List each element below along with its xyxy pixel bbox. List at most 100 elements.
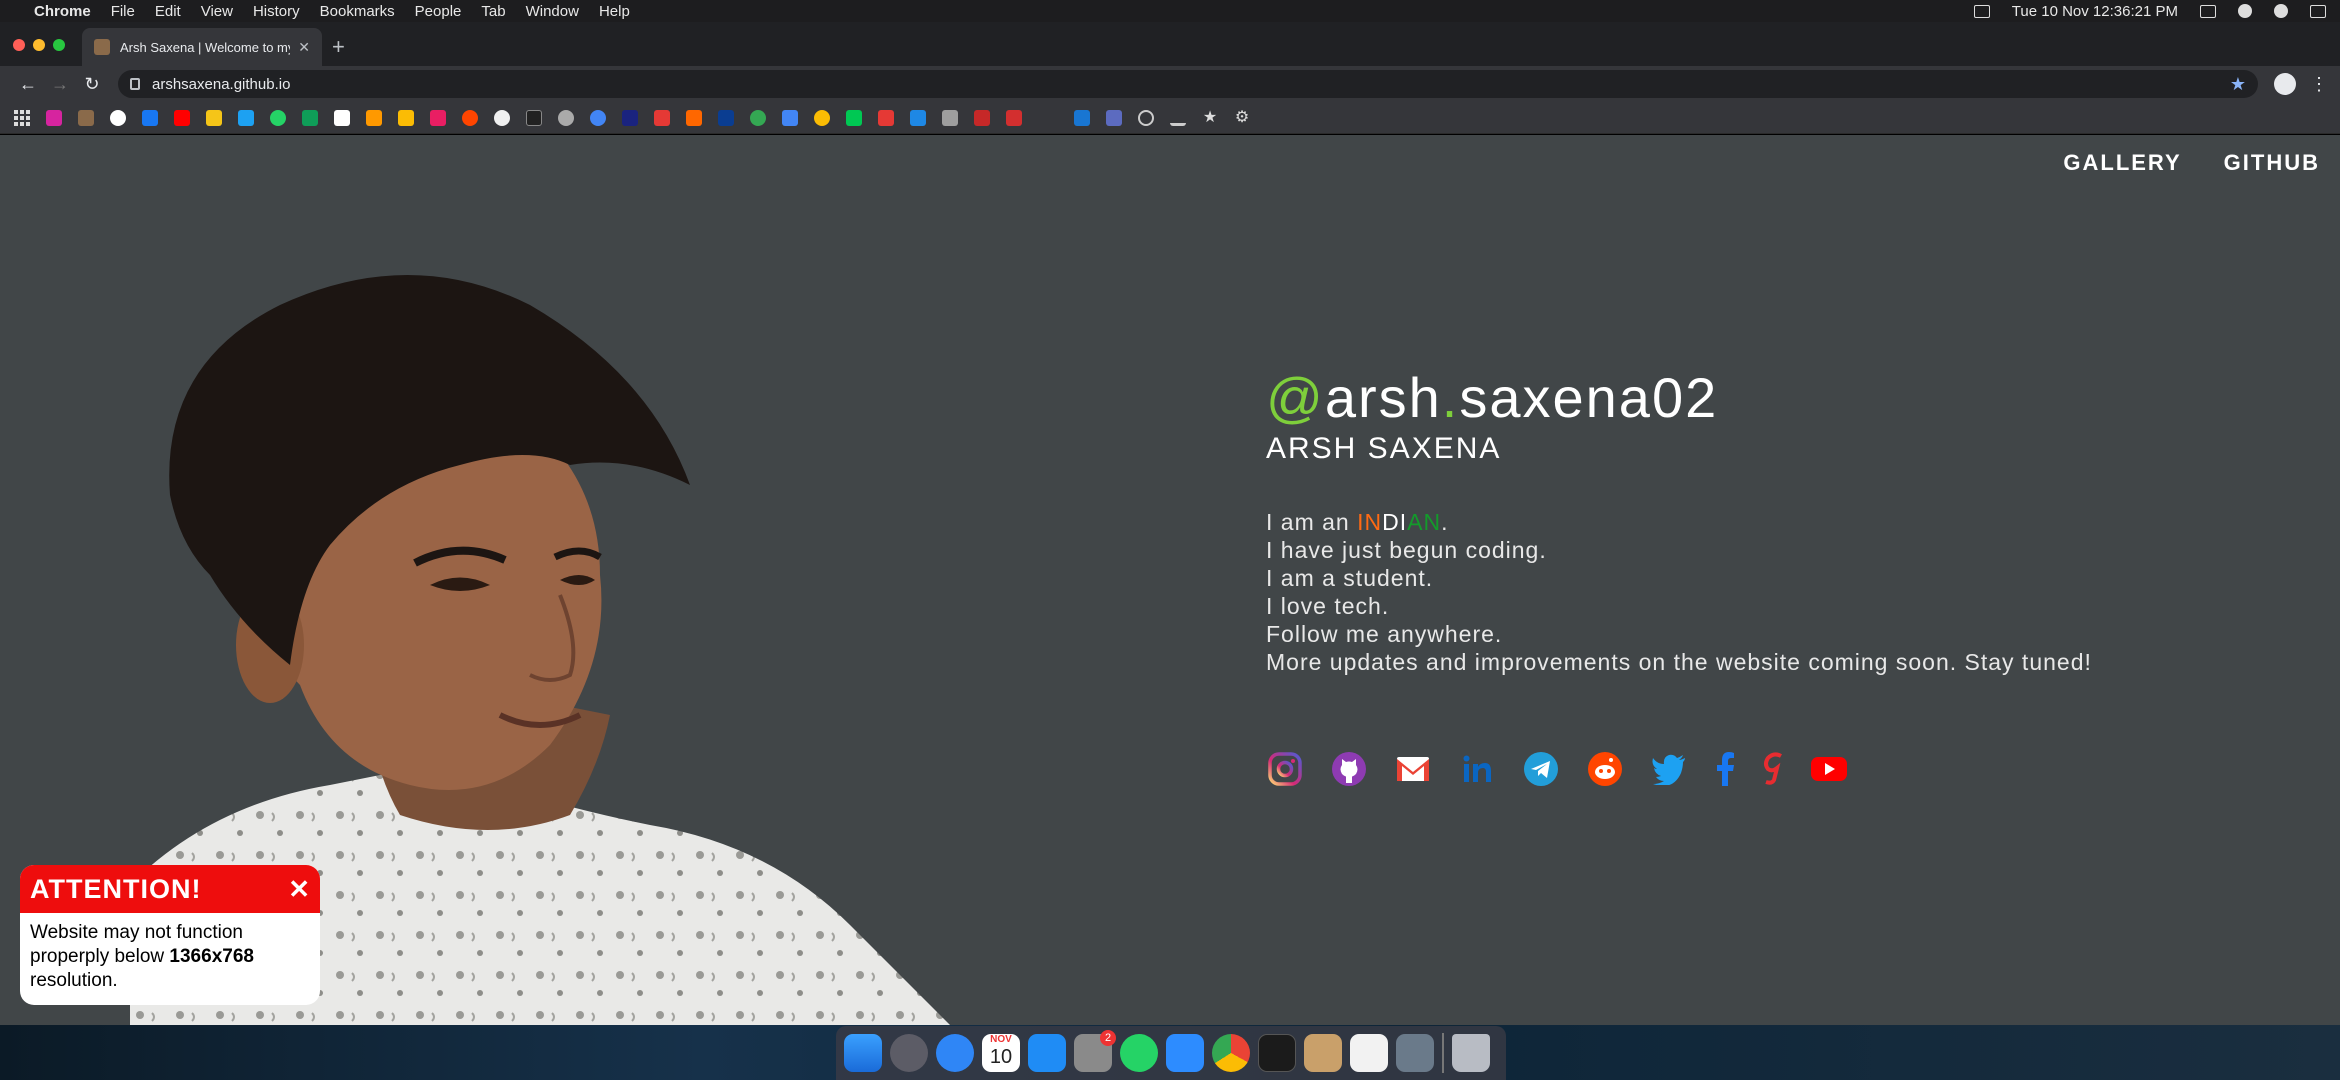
preview-icon[interactable] xyxy=(1396,1034,1434,1072)
close-icon[interactable]: ✕ xyxy=(288,874,310,905)
bookmark-site4-icon[interactable] xyxy=(942,109,958,126)
bookmark-gaana-icon[interactable] xyxy=(1006,109,1022,126)
reddit-icon[interactable] xyxy=(1586,750,1624,788)
github-icon[interactable] xyxy=(1330,750,1368,788)
bookmark-site-icon[interactable] xyxy=(78,109,94,126)
linkedin-icon[interactable] xyxy=(1458,750,1496,788)
spotlight-icon[interactable] xyxy=(2238,4,2252,18)
bookmark-star-icon[interactable]: ★ xyxy=(2230,74,2246,95)
bookmark-site2-icon[interactable] xyxy=(622,109,638,126)
bookmark-site5-icon[interactable] xyxy=(974,109,990,126)
bookmark-whatsapp-icon[interactable] xyxy=(270,109,286,126)
bookmark-oneplus-icon[interactable] xyxy=(654,109,670,126)
lock-icon[interactable] xyxy=(130,78,140,90)
menu-tab[interactable]: Tab xyxy=(481,3,505,20)
bookmark-site7-icon[interactable] xyxy=(1106,109,1122,126)
telegram-icon[interactable] xyxy=(1522,750,1560,788)
browser-tab[interactable]: Arsh Saxena | Welcome to my ✕ xyxy=(82,28,322,66)
nav-github-link[interactable]: GITHUB xyxy=(2224,150,2320,176)
gmail-icon[interactable] xyxy=(1394,750,1432,788)
bookmark-myntra-icon[interactable] xyxy=(430,109,446,126)
web-page: GALLERY GITHUB @arsh.saxena02 ARSH SAXEN… xyxy=(0,135,2340,1025)
menu-window[interactable]: Window xyxy=(526,3,579,20)
bookmark-google-icon[interactable] xyxy=(110,109,126,126)
bookmark-wikipedia-icon[interactable] xyxy=(334,109,350,126)
back-button[interactable]: ← xyxy=(12,74,44,95)
bookmark-maps-icon[interactable] xyxy=(750,109,766,126)
bookmark-photos-icon[interactable] xyxy=(814,109,830,126)
bookmark-twitter-icon[interactable] xyxy=(238,109,254,126)
window-minimize-button[interactable] xyxy=(33,39,45,51)
facebook-icon[interactable] xyxy=(1714,750,1736,788)
bookmark-github-icon[interactable] xyxy=(494,109,510,126)
bookmark-reddit-icon[interactable] xyxy=(462,109,478,126)
menu-app-name[interactable]: Chrome xyxy=(34,3,91,20)
window-close-button[interactable] xyxy=(13,39,25,51)
control-center-icon[interactable] xyxy=(2310,4,2326,18)
notes-icon[interactable] xyxy=(1304,1034,1342,1072)
bookmark-behance-icon[interactable] xyxy=(526,109,542,126)
bookmarks-star-icon[interactable]: ★ xyxy=(1202,109,1218,126)
bookmark-apple-icon[interactable] xyxy=(558,109,574,126)
reload-button[interactable]: ↻ xyxy=(76,74,108,95)
forward-button[interactable]: → xyxy=(44,74,76,95)
bookmark-check-icon[interactable] xyxy=(206,109,222,126)
twitter-icon[interactable] xyxy=(1650,750,1688,788)
bookmark-facebook-icon[interactable] xyxy=(142,109,158,126)
bookmark-translate-icon[interactable] xyxy=(782,109,798,126)
menu-edit[interactable]: Edit xyxy=(155,3,181,20)
activity-monitor-icon[interactable] xyxy=(1258,1034,1296,1072)
settings-gear-icon[interactable]: ⚙ xyxy=(1234,109,1250,126)
menu-view[interactable]: View xyxy=(201,3,233,20)
menu-history[interactable]: History xyxy=(253,3,300,20)
trash-icon[interactable] xyxy=(1452,1034,1490,1072)
nav-gallery-link[interactable]: GALLERY xyxy=(2063,150,2181,176)
menu-file[interactable]: File xyxy=(111,3,135,20)
history-icon[interactable] xyxy=(1138,109,1154,126)
bookmark-youtube-icon[interactable] xyxy=(174,109,190,126)
system-preferences-icon[interactable]: 2 xyxy=(1074,1030,1116,1072)
tab-close-icon[interactable]: ✕ xyxy=(298,39,310,56)
url-text[interactable]: arshsaxena.github.io xyxy=(152,76,290,93)
whatsapp-icon[interactable] xyxy=(1120,1034,1158,1072)
bookmark-site6-icon[interactable] xyxy=(1074,109,1090,126)
launchpad-icon[interactable] xyxy=(890,1034,928,1072)
bookmark-amazon-icon[interactable] xyxy=(366,109,382,126)
menu-help[interactable]: Help xyxy=(599,3,630,20)
chrome-menu-icon[interactable]: ⋮ xyxy=(2310,74,2328,95)
youtube-icon[interactable] xyxy=(1810,750,1848,788)
bookmark-play-icon[interactable] xyxy=(846,109,862,126)
site-nav: GALLERY GITHUB xyxy=(2063,150,2320,176)
bookmark-my-icon[interactable] xyxy=(878,109,894,126)
new-tab-button[interactable]: + xyxy=(332,36,345,58)
gaana-icon[interactable] xyxy=(1762,750,1784,788)
bookmark-jio-icon[interactable] xyxy=(718,109,734,126)
chrome-icon[interactable] xyxy=(1212,1034,1250,1072)
zoom-icon[interactable] xyxy=(1166,1034,1204,1072)
safari-icon[interactable] xyxy=(936,1034,974,1072)
bookmark-spacer xyxy=(1038,110,1058,126)
window-zoom-button[interactable] xyxy=(53,39,65,51)
app-store-icon[interactable] xyxy=(1028,1034,1066,1072)
instagram-icon[interactable] xyxy=(1266,750,1304,788)
profile-avatar[interactable] xyxy=(2274,73,2296,95)
menu-people[interactable]: People xyxy=(415,3,462,20)
downloads-icon[interactable] xyxy=(1170,110,1186,126)
apps-grid-icon[interactable] xyxy=(14,109,30,126)
siri-icon[interactable] xyxy=(2274,4,2288,18)
menubar-clock[interactable]: Tue 10 Nov 12:36:21 PM xyxy=(2012,3,2178,20)
display-icon[interactable] xyxy=(1973,4,1990,18)
bookmark-sheets-icon[interactable] xyxy=(302,109,318,126)
bookmark-mi-icon[interactable] xyxy=(686,109,702,126)
bookmark-google-search-icon[interactable] xyxy=(590,109,606,126)
input-source-icon[interactable] xyxy=(2200,4,2216,18)
screenshot-icon[interactable] xyxy=(1350,1034,1388,1072)
calendar-icon[interactable]: NOV 10 xyxy=(982,1034,1020,1072)
bookmark-instagram-icon[interactable] xyxy=(46,109,62,126)
macos-menubar: Chrome File Edit View History Bookmarks … xyxy=(0,0,2340,22)
address-bar[interactable]: arshsaxena.github.io ★ xyxy=(118,70,2258,98)
finder-icon[interactable] xyxy=(844,1034,882,1072)
bookmark-site3-icon[interactable] xyxy=(910,109,926,126)
bookmark-keep-icon[interactable] xyxy=(398,109,414,126)
menu-bookmarks[interactable]: Bookmarks xyxy=(320,3,395,20)
